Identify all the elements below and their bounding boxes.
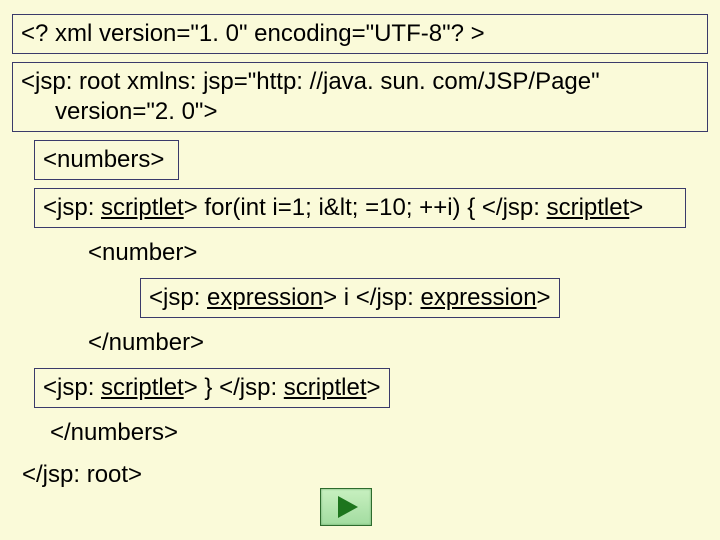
jsp-root-open-line1: <jsp: root xmlns: jsp="http: //java. sun… (21, 68, 600, 95)
numbers-open-text: <numbers> (43, 146, 164, 173)
play-icon (338, 496, 358, 518)
row-numbers-open: <numbers> (34, 140, 708, 180)
row-number-close: </number> (88, 326, 708, 360)
box-jsp-root-open: <jsp: root xmlns: jsp="http: //java. sun… (12, 62, 708, 132)
expression-close-tag: </jsp: expression> (356, 284, 551, 311)
box-expression: <jsp: expression> i </jsp: expression> (140, 278, 560, 318)
row-xml-decl: <? xml version="1. 0" encoding="UTF-8"? … (12, 14, 708, 54)
scriptlet-open-code: for(int i=1; i&lt; =10; ++i) { (198, 194, 482, 221)
number-open-text: <number> (88, 239, 197, 266)
row-scriptlet-close: <jsp: scriptlet> } </jsp: scriptlet> (34, 368, 708, 408)
jsp-root-close-text: </jsp: root> (22, 461, 142, 488)
xml-declaration-text: <? xml version="1. 0" encoding="UTF-8"? … (21, 20, 485, 47)
box-numbers-open: <numbers> (34, 140, 179, 180)
row-number-open: <number> (88, 236, 708, 270)
row-scriptlet-open: <jsp: scriptlet> for(int i=1; i&lt; =10;… (34, 188, 708, 228)
scriptlet-open-tag: <jsp: scriptlet> (43, 194, 198, 221)
expression-open-tag: <jsp: expression> (149, 284, 337, 311)
scriptlet-close-opentag: <jsp: scriptlet> (43, 374, 198, 401)
row-jsp-root-open: <jsp: root xmlns: jsp="http: //java. sun… (12, 62, 708, 132)
scriptlet-open-closetag: </jsp: scriptlet> (482, 194, 643, 221)
box-scriptlet-close: <jsp: scriptlet> } </jsp: scriptlet> (34, 368, 390, 408)
box-xml-decl: <? xml version="1. 0" encoding="UTF-8"? … (12, 14, 708, 54)
row-numbers-close: </numbers> (50, 416, 708, 450)
play-button[interactable] (320, 488, 372, 526)
scriptlet-close-closetag: </jsp: scriptlet> (219, 374, 380, 401)
slide: <? xml version="1. 0" encoding="UTF-8"? … (0, 0, 720, 540)
jsp-root-open-line2: version="2. 0"> (21, 97, 217, 127)
scriptlet-close-code: } (198, 374, 219, 401)
row-jsp-root-close: </jsp: root> (22, 458, 708, 492)
number-close-text: </number> (88, 329, 204, 356)
box-scriptlet-open: <jsp: scriptlet> for(int i=1; i&lt; =10;… (34, 188, 686, 228)
expression-content: i (337, 284, 356, 311)
numbers-close-text: </numbers> (50, 419, 178, 446)
row-expression: <jsp: expression> i </jsp: expression> (140, 278, 708, 318)
